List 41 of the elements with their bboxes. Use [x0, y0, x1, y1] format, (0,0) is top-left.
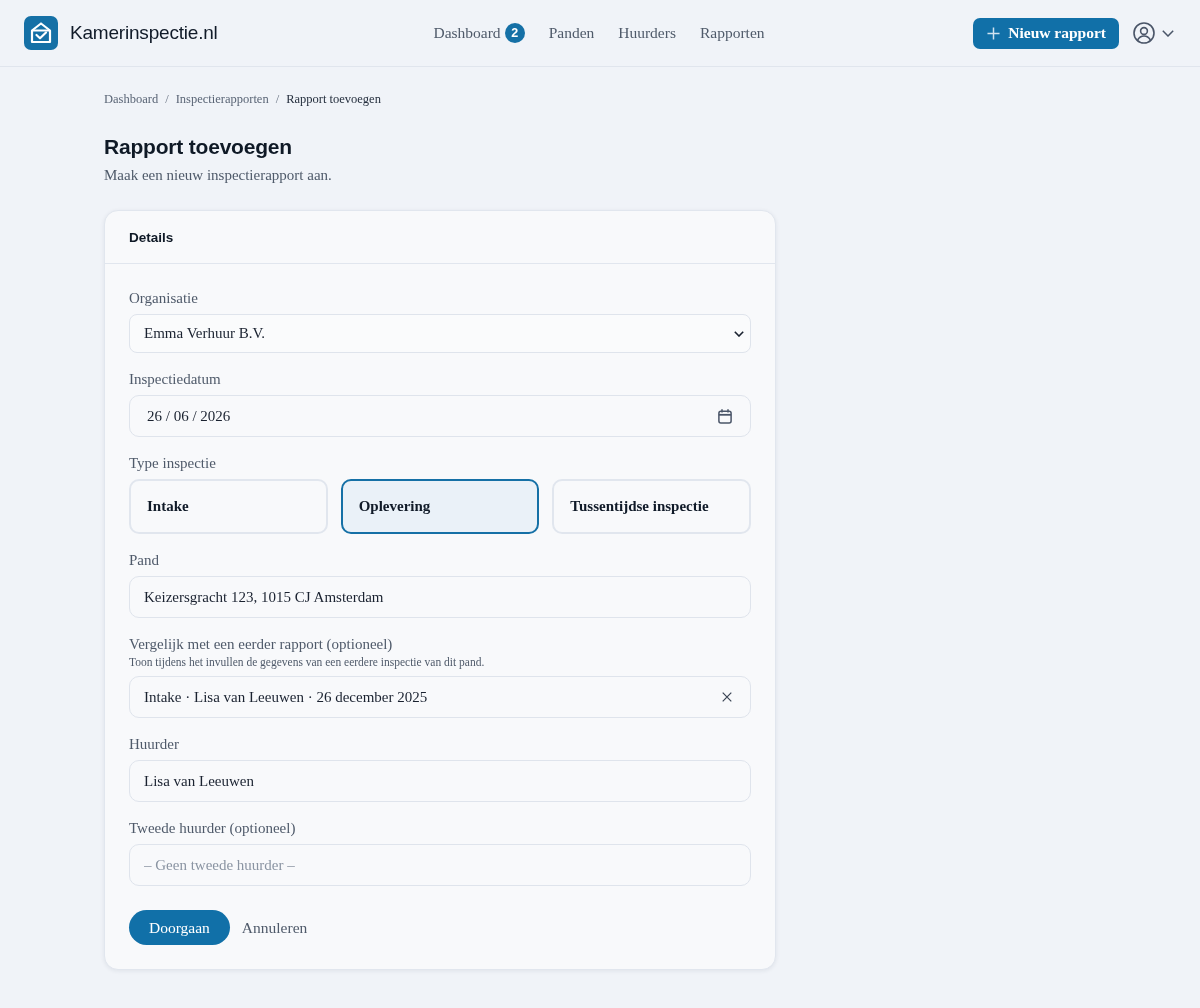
breadcrumb-separator: /	[165, 91, 169, 107]
option-tile[interactable]: Oplevering	[340, 479, 540, 534]
logo-icon[interactable]	[24, 16, 58, 50]
breadcrumb-link[interactable]: Inspectierapporten	[175, 91, 269, 107]
option-tile[interactable]: Intake	[129, 479, 328, 534]
page-subtitle: Maak een nieuw inspectierapport aan.	[104, 166, 333, 185]
new-report-button[interactable]: Nieuw rapport	[973, 17, 1119, 49]
field-label: Huurder	[129, 735, 180, 754]
breadcrumb-link[interactable]: Rapport toevoegen	[286, 91, 381, 107]
calendar-icon[interactable]	[718, 408, 732, 424]
nav-link[interactable]: Dashboard 2	[433, 23, 525, 43]
user-icon[interactable]	[1133, 22, 1155, 44]
cancel-button[interactable]: Annuleren	[241, 918, 308, 937]
breadcrumb-separator: /	[275, 91, 280, 107]
card-title: Details	[129, 229, 174, 245]
brand-name[interactable]: Kamerinspectie.nl	[70, 22, 218, 44]
chevron-down-icon[interactable]	[1162, 29, 1174, 37]
plus-icon	[987, 26, 1001, 40]
field-label: Type inspectie	[129, 454, 217, 473]
close-icon[interactable]	[722, 692, 732, 702]
nav-link[interactable]: Rapporten	[699, 24, 765, 42]
continue-button[interactable]: Doorgaan	[129, 910, 230, 945]
select-field[interactable]: Emma Verhuur B.V.	[129, 314, 751, 353]
report-select-field[interactable]: Intake · Lisa van Leeuwen · 26 december 2025	[129, 676, 751, 718]
nav-link[interactable]: Huurders	[618, 24, 676, 42]
text-field[interactable]: Keizersgracht 123, 1015 CJ Amsterdam	[129, 576, 751, 618]
text-field[interactable]: Lisa van Leeuwen	[129, 760, 751, 802]
breadcrumb-link[interactable]: Dashboard	[104, 91, 159, 107]
field-label: Tweede huurder (optioneel)	[129, 819, 297, 838]
option-tile[interactable]: Tussentijdse inspectie	[552, 479, 751, 534]
date-field[interactable]: 26 / 06 / 2026	[129, 395, 751, 437]
field-label: Vergelijk met een eerder rapport (optioneel)	[129, 635, 394, 654]
field-label: Inspectiedatum	[129, 370, 222, 389]
nav-link[interactable]: Panden	[548, 24, 595, 42]
field-label: Pand	[129, 551, 160, 570]
text-field[interactable]: – Geen tweede huurder –	[129, 844, 751, 886]
field-hint: Toon tijdens het invullen de gegevens van een eerdere inspectie van dit pand.	[129, 655, 486, 669]
field-label: Organisatie	[129, 289, 199, 308]
page-title: Rapport toevoegen	[104, 134, 293, 160]
count-badge: 2	[504, 23, 525, 43]
chevron-down-icon	[734, 330, 744, 337]
